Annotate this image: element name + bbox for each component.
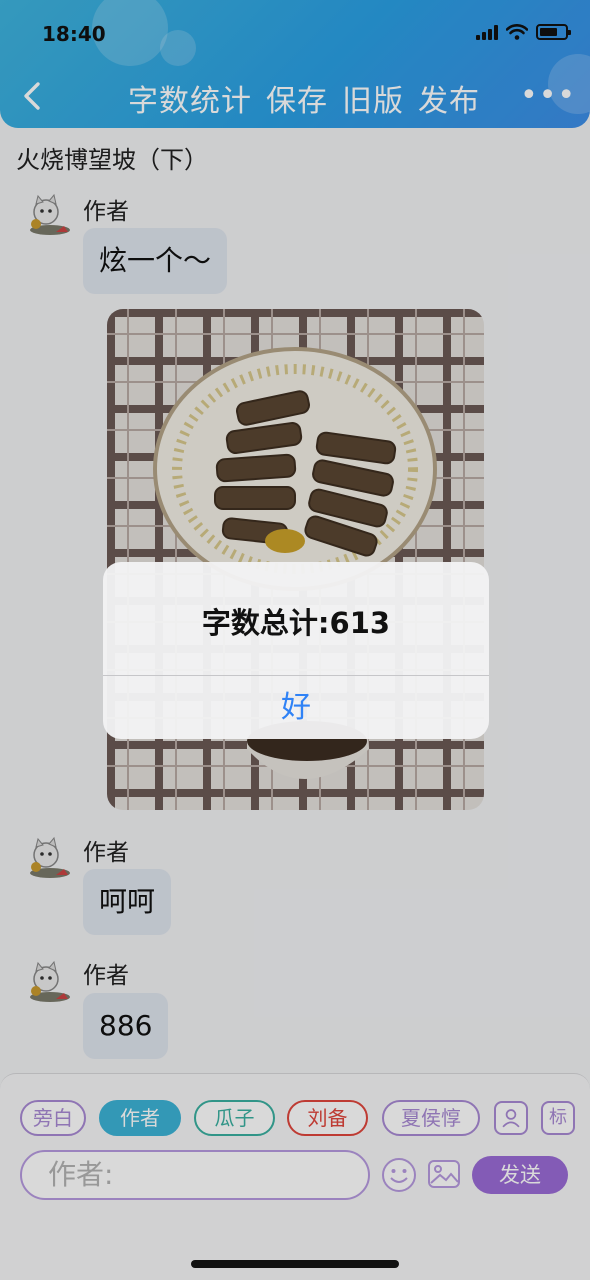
word-count-dialog: 字数总计:613 好: [103, 562, 489, 739]
dialog-message: 字数总计:613: [201, 606, 391, 640]
home-indicator: [191, 1260, 399, 1268]
dialog-ok-button[interactable]: 好: [103, 676, 489, 739]
